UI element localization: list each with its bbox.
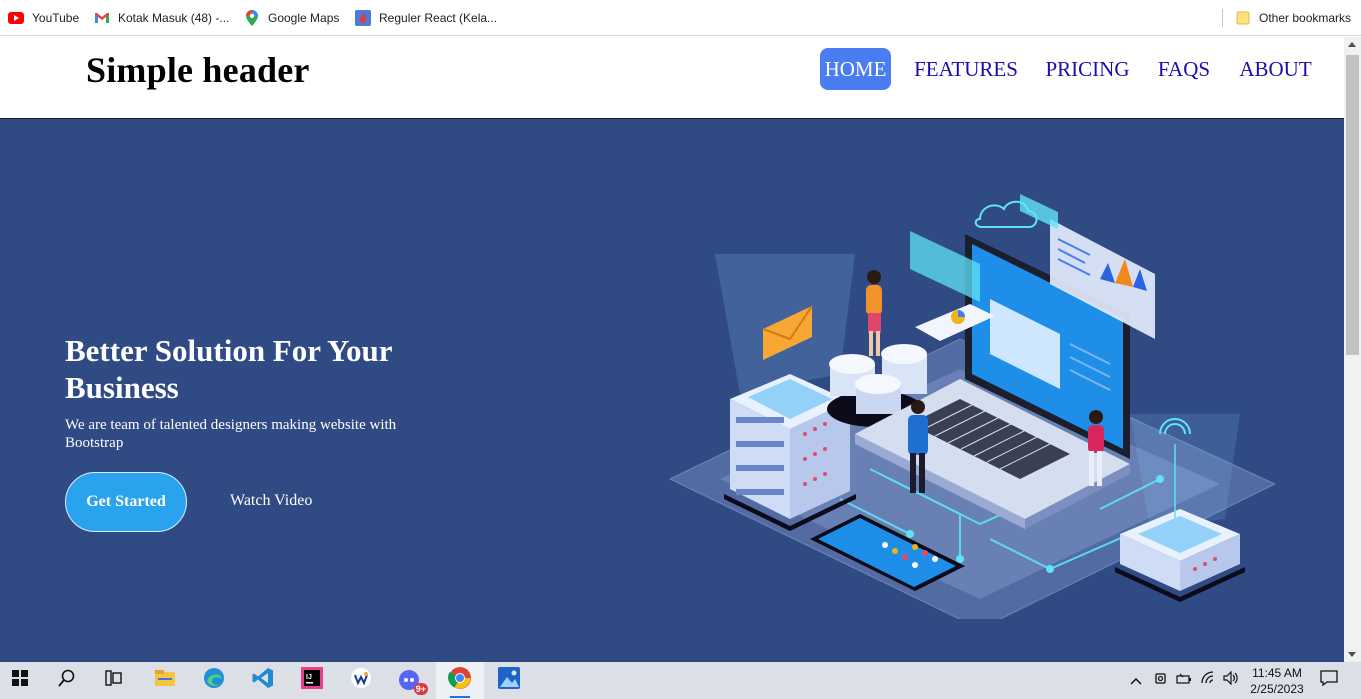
tray-network[interactable] [1198, 662, 1220, 699]
notification-center-button[interactable] [1316, 662, 1342, 699]
intellij-icon: IJ [301, 667, 323, 694]
start-button[interactable] [0, 662, 44, 699]
folder-icon [1235, 10, 1251, 26]
page-scrollbar[interactable] [1344, 37, 1361, 662]
svg-text:IJ: IJ [306, 674, 312, 681]
vscode-icon [252, 667, 274, 694]
other-bookmarks-label: Other bookmarks [1259, 11, 1352, 25]
taskbar-intellij[interactable]: IJ [288, 662, 336, 699]
gmail-icon [94, 10, 110, 26]
photos-icon [498, 667, 520, 694]
start-icon [12, 670, 28, 691]
clock-time: 11:45 AM [1252, 666, 1302, 680]
taskbar-search-button[interactable] [43, 662, 91, 699]
meet-icon [1154, 671, 1168, 690]
task-view-button[interactable] [90, 662, 138, 699]
brand-title[interactable]: Simple header [86, 49, 310, 91]
site-header: Simple header HOME FEATURES PRICING FAQS… [0, 37, 1344, 119]
notification-icon [1320, 670, 1338, 691]
maps-pin-icon [244, 10, 260, 26]
active-app-indicator [450, 696, 470, 698]
notification-badge: 9+ [413, 682, 428, 695]
scroll-down-icon[interactable] [1348, 652, 1356, 657]
nav-faqs[interactable]: FAQS [1152, 48, 1216, 90]
windows-taskbar: IJ 9+ 11:45 AM 2/25/2023 [0, 662, 1361, 699]
youtube-icon [8, 10, 24, 26]
tray-battery[interactable] [1173, 662, 1195, 699]
task-view-icon [105, 670, 123, 691]
nav-home[interactable]: HOME [820, 48, 891, 90]
hero-section: Better Solution For Your Business We are… [0, 119, 1344, 662]
chrome-icon [448, 666, 472, 695]
show-hidden-icons[interactable] [1126, 662, 1146, 699]
other-bookmarks[interactable]: Other bookmarks [1235, 0, 1351, 36]
taskbar-edge[interactable] [190, 662, 238, 699]
nav-features[interactable]: FEATURES [908, 48, 1024, 90]
taskbar-app[interactable] [337, 662, 385, 699]
nav-about[interactable]: ABOUT [1234, 48, 1317, 90]
scroll-up-icon[interactable] [1348, 42, 1356, 47]
bookmark-label: YouTube [32, 11, 80, 25]
site-favicon-icon [355, 10, 371, 26]
tray-volume[interactable] [1220, 662, 1242, 699]
taskbar-vscode[interactable] [239, 662, 287, 699]
discord-icon: 9+ [398, 669, 428, 695]
edge-icon [203, 667, 225, 694]
bookmark-label: Reguler React (Kela... [379, 11, 498, 25]
bookmark-gmail[interactable]: Kotak Masuk (48) -... [94, 0, 229, 36]
file-explorer-icon [154, 669, 176, 692]
app-icon [350, 667, 372, 694]
bookmark-label: Google Maps [268, 11, 340, 25]
watch-video-link[interactable]: Watch Video [230, 492, 312, 510]
get-started-button[interactable]: Get Started [65, 472, 187, 532]
bookmark-youtube[interactable]: YouTube [8, 0, 79, 36]
taskbar-file-explorer[interactable] [141, 662, 189, 699]
speaker-icon [1223, 670, 1239, 690]
taskbar-chrome[interactable] [436, 662, 484, 699]
bookmark-label: Kotak Masuk (48) -... [118, 11, 230, 25]
wifi-icon [1201, 671, 1217, 690]
isometric-laptop-servers-illustration [668, 194, 1277, 619]
clock-date: 2/25/2023 [1250, 682, 1304, 696]
bookmarks-bar: YouTube Kotak Masuk (48) -... Google Map… [0, 0, 1361, 36]
scroll-thumb[interactable] [1346, 55, 1359, 355]
bookmark-reguler-react[interactable]: Reguler React (Kela... [355, 0, 497, 36]
taskbar-clock[interactable]: 11:45 AM 2/25/2023 [1240, 665, 1314, 697]
bookmark-google-maps[interactable]: Google Maps [244, 0, 339, 36]
taskbar-photos[interactable] [485, 662, 533, 699]
chevron-up-icon [1130, 672, 1142, 690]
tray-meet-now[interactable] [1151, 662, 1171, 699]
nav-pricing[interactable]: PRICING [1040, 48, 1135, 90]
bookmarks-divider [1222, 9, 1223, 27]
hero-title: Better Solution For Your Business [65, 333, 392, 405]
taskbar-discord[interactable]: 9+ [386, 662, 434, 699]
battery-icon [1176, 672, 1192, 690]
hero-subtitle: We are team of talented designers making… [65, 417, 397, 451]
search-icon [58, 669, 76, 692]
